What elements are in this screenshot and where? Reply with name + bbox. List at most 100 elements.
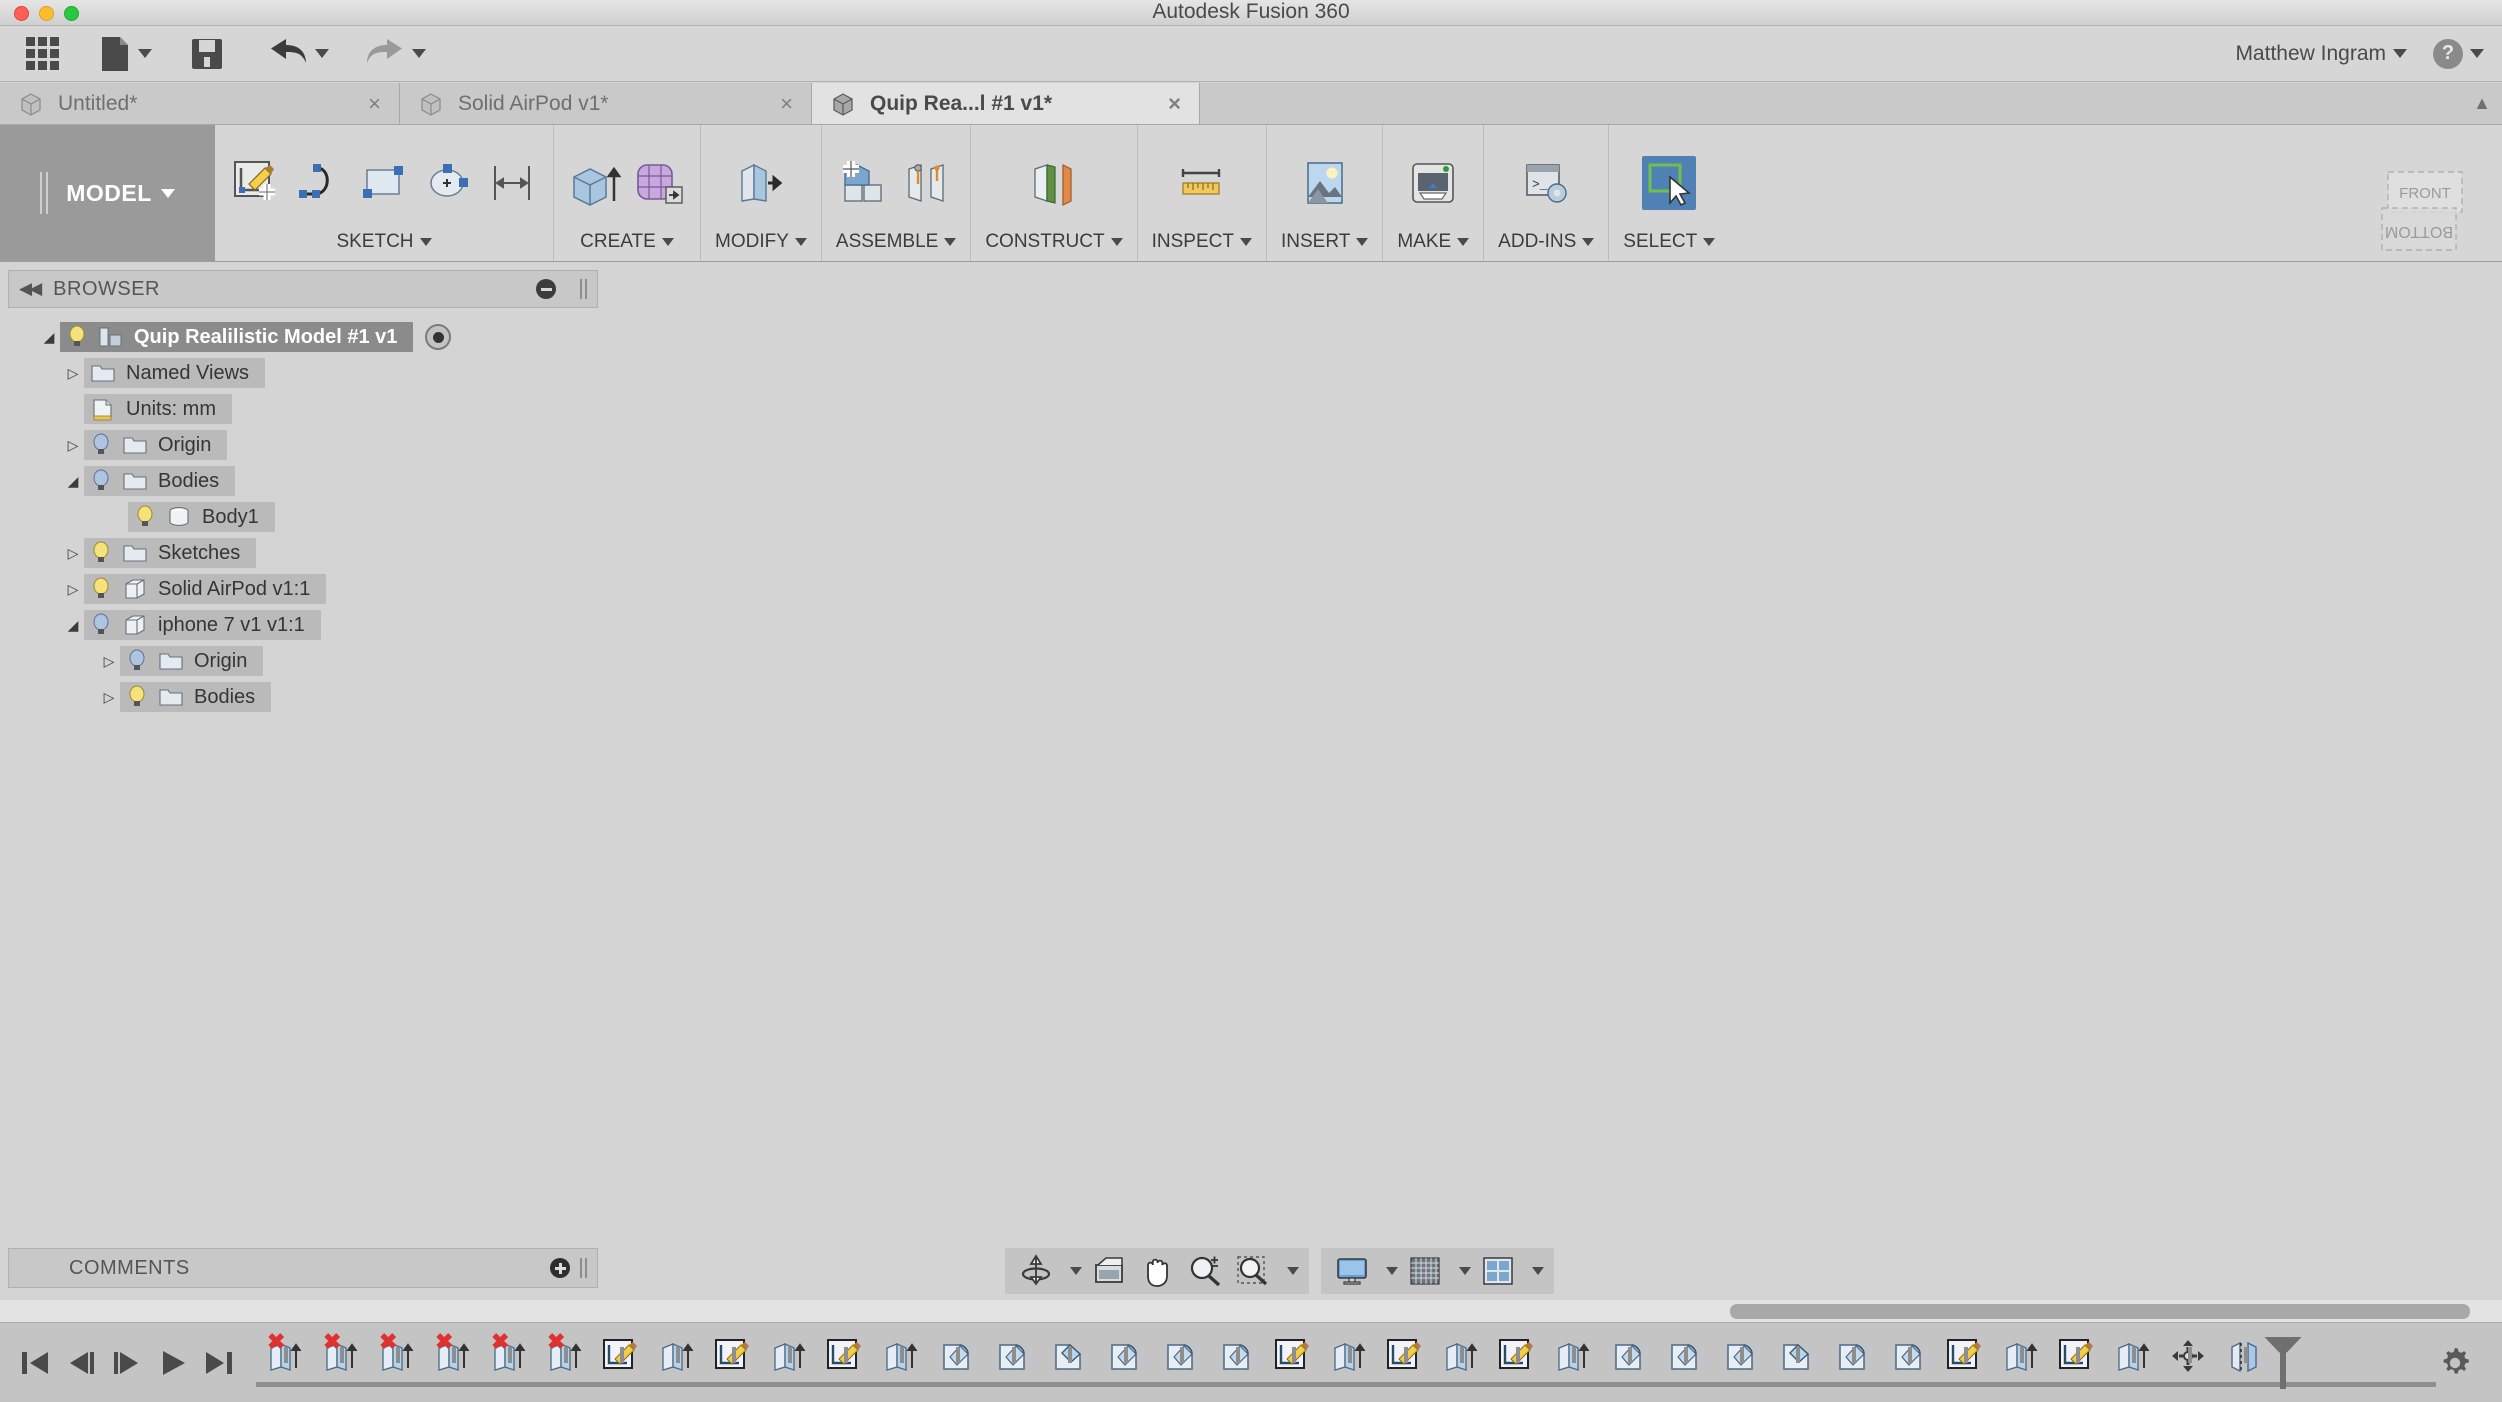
visibility-bulb-icon[interactable] [126,649,148,673]
timeline-feature[interactable] [1376,1333,1432,1379]
collapse-arrow-icon[interactable]: ▷ [62,581,84,598]
chevron-down-icon[interactable] [1532,1267,1544,1275]
visibility-bulb-icon[interactable] [134,505,156,529]
timeline-feature[interactable] [872,1333,928,1379]
visibility-bulb-icon[interactable] [90,433,112,457]
orbit-icon[interactable] [1015,1252,1057,1290]
ribbon-group-label[interactable]: ASSEMBLE [836,231,957,253]
create-sketch-icon[interactable] [229,156,283,210]
minus-circle-icon[interactable] [536,279,556,299]
timeline-feature[interactable] [2216,1333,2272,1379]
visibility-bulb-icon[interactable] [90,613,112,637]
timeline-track[interactable] [256,1381,2436,1387]
timeline-feature[interactable] [928,1333,984,1379]
timeline-feature[interactable] [2104,1333,2160,1379]
tree-item-iphone-bodies[interactable]: ▷ Bodies [0,682,600,712]
circle-icon[interactable] [421,156,475,210]
look-at-icon[interactable] [1088,1252,1130,1290]
timeline-feature[interactable]: ✖ [368,1329,424,1379]
save-button[interactable] [182,32,232,76]
visibility-bulb-icon[interactable] [90,541,112,565]
scripts-addins-icon[interactable]: >_ [1519,156,1573,210]
joint-icon[interactable] [901,156,955,210]
timeline-feature[interactable] [1656,1333,1712,1379]
tree-item-named-views[interactable]: ▷ Named Views [0,358,600,388]
visibility-bulb-icon[interactable] [90,577,112,601]
play-button[interactable] [156,1347,190,1379]
timeline-feature[interactable] [1096,1333,1152,1379]
timeline-feature[interactable] [1264,1333,1320,1379]
tree-item-units[interactable]: Units: mm [0,394,600,424]
timeline-feature[interactable] [1320,1333,1376,1379]
ribbon-group-label[interactable]: CREATE [580,231,674,253]
expand-arrow-icon[interactable]: ◢ [62,473,84,490]
user-name-label[interactable]: Matthew Ingram [2235,42,2386,66]
plus-circle-icon[interactable] [550,1258,570,1278]
timeline-feature[interactable] [984,1333,1040,1379]
timeline-feature[interactable] [1992,1333,2048,1379]
help-icon[interactable]: ? [2433,38,2463,69]
collapse-arrow-icon[interactable]: ▷ [98,653,120,670]
close-tab-icon[interactable]: × [754,91,793,117]
resize-grip-icon[interactable] [580,1258,587,1278]
grid-mesh-icon[interactable] [1404,1252,1446,1290]
chevron-down-icon[interactable] [2470,49,2484,58]
collapse-tabbar-button[interactable]: ▲ [2462,83,2502,124]
timeline-feature[interactable] [592,1333,648,1379]
redo-button[interactable] [357,32,434,76]
timeline-feature[interactable] [1432,1333,1488,1379]
close-tab-icon[interactable]: × [342,91,381,117]
ribbon-group-label[interactable]: SKETCH [336,231,432,253]
expand-arrow-icon[interactable]: ◢ [62,617,84,634]
ribbon-group-label[interactable]: CONSTRUCT [985,231,1123,253]
tree-item-body1[interactable]: Body1 [0,502,600,532]
extrude-icon[interactable] [568,156,622,210]
timeline-feature[interactable] [1600,1333,1656,1379]
timeline-feature[interactable] [816,1333,872,1379]
measure-icon[interactable] [1175,156,1229,210]
new-file-button[interactable] [91,32,160,76]
scrollbar-thumb[interactable] [1730,1304,2470,1319]
offset-plane-icon[interactable] [1027,156,1081,210]
go-to-end-button[interactable] [202,1347,236,1379]
zoom-window-button[interactable] [64,6,79,21]
visibility-bulb-icon[interactable] [90,469,112,493]
timeline-feature-list[interactable]: ✖ ✖ ✖ ✖ ✖ ✖ [256,1323,2436,1402]
tree-item-bodies[interactable]: ◢ Bodies [0,466,600,496]
timeline-feature[interactable] [1040,1333,1096,1379]
timeline-feature[interactable] [704,1333,760,1379]
ribbon-group-label[interactable]: INSERT [1281,231,1369,253]
ribbon-group-label[interactable]: ADD-INS [1498,231,1595,253]
expand-arrow-icon[interactable]: ◢ [38,329,60,346]
timeline-feature[interactable] [2048,1333,2104,1379]
horizontal-scrollbar[interactable] [0,1300,2502,1322]
visibility-bulb-icon[interactable] [66,325,88,349]
document-tab-solid-airpod[interactable]: Solid AirPod v1* × [400,83,812,124]
undo-button[interactable] [260,32,337,76]
timeline-feature[interactable] [2160,1333,2216,1379]
timeline-feature[interactable]: ✖ [312,1329,368,1379]
chevron-down-icon[interactable] [1386,1267,1398,1275]
tree-item-solid-airpod[interactable]: ▷ Solid AirPod v1:1 [0,574,600,604]
chevron-down-icon[interactable] [1070,1267,1082,1275]
visibility-bulb-icon[interactable] [126,685,148,709]
timeline-feature[interactable] [1544,1333,1600,1379]
timeline-playhead[interactable] [2280,1342,2286,1389]
activate-component-radio[interactable] [425,324,452,350]
document-tab-untitled[interactable]: Untitled* × [0,83,400,124]
press-pull-icon[interactable] [734,156,788,210]
new-component-icon[interactable] [837,156,891,210]
chevron-down-icon[interactable] [1459,1267,1471,1275]
timeline-feature[interactable] [1488,1333,1544,1379]
tree-item-iphone7[interactable]: ◢ iphone 7 v1 v1:1 [0,610,600,640]
timeline-feature[interactable]: ✖ [256,1329,312,1379]
workspace-selector[interactable]: MODEL [0,125,215,261]
chevron-down-icon[interactable] [2393,49,2407,58]
timeline-feature[interactable]: ✖ [480,1329,536,1379]
ribbon-group-label[interactable]: MAKE [1397,231,1470,253]
insert-image-icon[interactable] [1298,156,1352,210]
dimension-icon[interactable] [485,156,539,210]
viewcube[interactable]: FRONT BOTTOM [2372,168,2484,256]
rectangle-icon[interactable] [357,156,411,210]
tree-item-sketches[interactable]: ▷ Sketches [0,538,600,568]
